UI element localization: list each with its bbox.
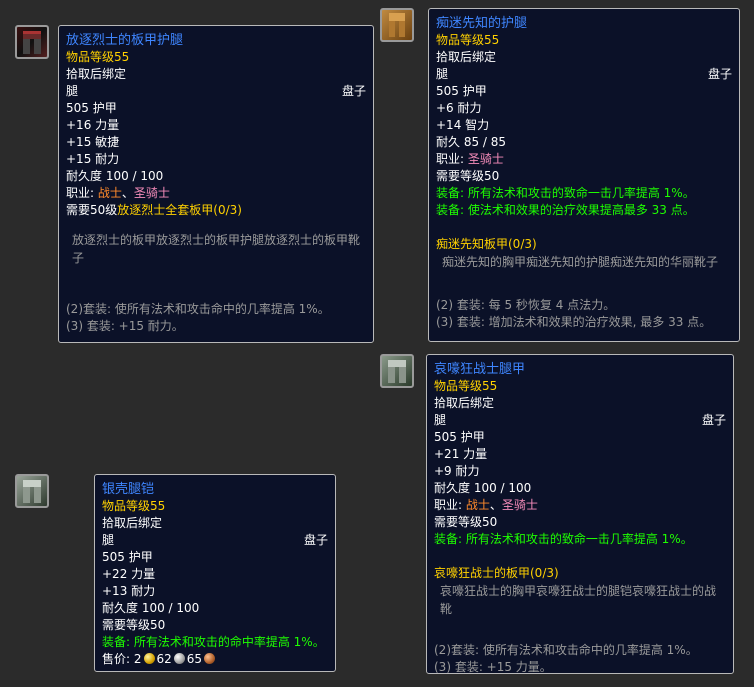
stat: +22 力量 xyxy=(102,567,156,581)
item-name: 痴迷先知的护腿 xyxy=(436,16,528,31)
leather-leggings-icon xyxy=(389,13,405,37)
item-name: 哀嚎狂战士腿甲 xyxy=(434,362,526,377)
set-bonus: (2) 套装: 每 5 秒恢复 4 点法力。 xyxy=(436,298,616,312)
item-name: 放逐烈士的板甲护腿 xyxy=(66,33,184,48)
equip-effect: 装备: 所有法术和攻击的致命一击几率提高 1%。 xyxy=(434,532,693,546)
armor-type: 盘子 xyxy=(341,84,366,98)
item-icon-seer-leggings[interactable] xyxy=(380,8,414,42)
item-level: 物品等级55 xyxy=(66,50,130,64)
armor-type: 盘子 xyxy=(707,67,732,81)
level-requirement: 需要等级50 xyxy=(436,169,500,183)
gold-coin-icon xyxy=(143,653,155,664)
armor: 505 护甲 xyxy=(436,84,487,98)
equip-effect: 装备: 所有法术和攻击的命中率提高 1%。 xyxy=(102,635,325,649)
class-requirement: 职业: 圣骑士 xyxy=(436,152,504,166)
stat: +6 耐力 xyxy=(436,101,482,115)
stat: +13 耐力 xyxy=(102,584,156,598)
durability: 耐久度 100 / 100 xyxy=(434,481,532,495)
binding: 拾取后绑定 xyxy=(436,50,497,64)
item-icon-martyr-legplates[interactable] xyxy=(15,25,49,59)
copper-coin-icon xyxy=(204,653,216,664)
item-tooltip: 银壳腿铠 物品等级55 拾取后绑定 腿 盘子 505 护甲 +22 力量 +13 … xyxy=(94,474,336,672)
set-items: 哀嚎狂战士的胸甲哀嚎狂战士的腿铠哀嚎狂战士的战靴 xyxy=(440,584,717,616)
item-tooltip: 放逐烈士的板甲护腿 物品等级55 拾取后绑定 腿 盘子 505 护甲 +16 力量… xyxy=(58,25,374,343)
armor: 505 护甲 xyxy=(102,550,153,564)
sell-price: 售价: 2 62 65 xyxy=(102,651,328,668)
plate-leggings-icon xyxy=(23,31,41,54)
stat: +9 耐力 xyxy=(434,464,480,478)
silver-coin-icon xyxy=(173,653,185,664)
item-level: 物品等级55 xyxy=(102,499,166,513)
set-name: 痴迷先知板甲(0/3) xyxy=(436,237,537,251)
stat: +21 力量 xyxy=(434,447,488,461)
level-requirement: 需要等级50 xyxy=(102,618,166,632)
binding: 拾取后绑定 xyxy=(66,67,127,81)
binding: 拾取后绑定 xyxy=(434,396,495,410)
item-level: 物品等级55 xyxy=(434,379,498,393)
stat: +15 敏捷 xyxy=(66,135,120,149)
item-icon-silvershell-leggings[interactable] xyxy=(15,474,49,508)
armor-type: 盘子 xyxy=(303,533,328,547)
plate-leggings-icon xyxy=(388,360,406,383)
class-requirement: 职业: 战士、圣骑士 xyxy=(434,498,538,512)
level-requirement: 需要等级50 xyxy=(434,515,498,529)
stat: +16 力量 xyxy=(66,118,120,132)
armor: 505 护甲 xyxy=(434,430,485,444)
stat: +15 耐力 xyxy=(66,152,120,166)
set-bonus: (2)套装: 使所有法术和攻击命中的几率提高 1%。 xyxy=(434,643,698,657)
set-bonus: (2)套装: 使所有法术和攻击命中的几率提高 1%。 xyxy=(66,302,330,316)
armor-type: 盘子 xyxy=(701,413,726,427)
item-tooltip: 哀嚎狂战士腿甲 物品等级55 拾取后绑定 腿 盘子 505 护甲 +21 力量 +… xyxy=(426,354,734,674)
class-requirement: 职业: 战士、圣骑士 xyxy=(66,186,170,200)
level-requirement: 需要50级放逐烈士全套板甲(0/3) xyxy=(66,203,242,217)
armor: 505 护甲 xyxy=(66,101,117,115)
slot: 腿 xyxy=(66,84,79,98)
set-bonus: (3) 套装: +15 力量。 xyxy=(434,660,552,674)
equip-effect: 装备: 所有法术和攻击的致命一击几率提高 1%。 xyxy=(436,186,695,200)
set-bonus: (3) 套装: 增加法术和效果的治疗效果, 最多 33 点。 xyxy=(436,315,712,329)
slot: 腿 xyxy=(436,67,449,81)
set-items: 痴迷先知的胸甲痴迷先知的护腿痴迷先知的华丽靴子 xyxy=(442,255,719,269)
slot: 腿 xyxy=(102,533,115,547)
slot: 腿 xyxy=(434,413,447,427)
equip-effect: 装备: 使法术和效果的治疗效果提高最多 33 点。 xyxy=(436,203,695,217)
set-bonus: (3) 套装: +15 耐力。 xyxy=(66,319,184,333)
stat: +14 智力 xyxy=(436,118,490,132)
set-items: 放逐烈士的板甲放逐烈士的板甲护腿放逐烈士的板甲靴子 xyxy=(72,233,361,265)
durability: 耐久 85 / 85 xyxy=(436,135,507,149)
durability: 耐久度 100 / 100 xyxy=(102,601,200,615)
item-tooltip: 痴迷先知的护腿 物品等级55 拾取后绑定 腿 盘子 505 护甲 +6 耐力 +1… xyxy=(428,8,740,342)
plate-leggings-icon xyxy=(23,480,41,503)
set-name: 哀嚎狂战士的板甲(0/3) xyxy=(434,566,559,580)
durability: 耐久度 100 / 100 xyxy=(66,169,164,183)
item-name: 银壳腿铠 xyxy=(102,482,155,497)
item-icon-berserker-legplates[interactable] xyxy=(380,354,414,388)
binding: 拾取后绑定 xyxy=(102,516,163,530)
item-level: 物品等级55 xyxy=(436,33,500,47)
